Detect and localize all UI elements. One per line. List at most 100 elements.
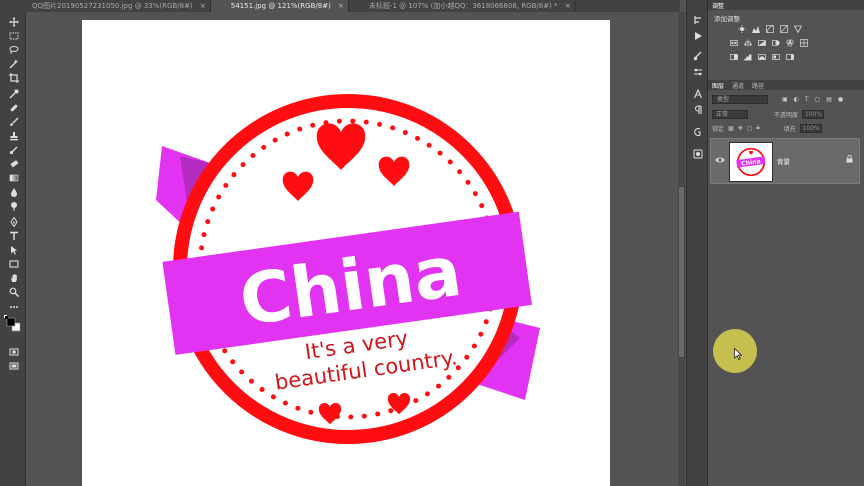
- screen-mode-icon[interactable]: [7, 360, 20, 371]
- close-icon[interactable]: ×: [200, 2, 206, 10]
- filter-icons: ▣ ◐ T ▢ ▤ ●: [782, 96, 843, 103]
- gradient-map-icon[interactable]: [772, 53, 780, 61]
- layer-thumbnail: China: [729, 142, 773, 182]
- photo-filter-icon[interactable]: [772, 39, 780, 47]
- adjustments-row-1: [708, 22, 864, 36]
- color-swatches-icon[interactable]: [3, 315, 23, 333]
- levels-icon[interactable]: [752, 25, 760, 33]
- lock-all-icon[interactable]: 🔒︎: [756, 124, 759, 132]
- close-icon[interactable]: ×: [338, 2, 344, 10]
- mouse-cursor-icon: [734, 348, 742, 360]
- vibrance-icon[interactable]: [794, 25, 802, 33]
- tab-layers[interactable]: 图层: [712, 81, 724, 90]
- blend-row: 正常 不透明度 100%: [712, 109, 862, 119]
- hue-saturation-icon[interactable]: [730, 39, 738, 47]
- document-canvas[interactable]: China It's a very beautiful country.: [82, 20, 610, 486]
- lock-row: 锁定 ▦ ✥ ▢ 🔒︎ 填充 100%: [712, 123, 862, 133]
- actions-play-icon[interactable]: [692, 30, 704, 42]
- crop-tool-icon[interactable]: [7, 72, 20, 83]
- smart-object-filter-icon[interactable]: ▤: [826, 96, 832, 103]
- panel-icon-strip: [686, 0, 708, 486]
- black-white-icon[interactable]: [758, 39, 766, 47]
- history-icon[interactable]: [692, 14, 704, 26]
- lock-pixels-icon[interactable]: ▦: [728, 125, 734, 132]
- posterize-icon[interactable]: [744, 53, 752, 61]
- magic-wand-icon[interactable]: [7, 58, 20, 69]
- pixel-filter-icon[interactable]: ▣: [782, 96, 788, 103]
- tab-untitled-1[interactable]: 未标题-1 @ 107% (加小越QQ：3618066808, RGB/8#) …: [349, 0, 576, 12]
- rectangle-tool-icon[interactable]: [7, 258, 20, 269]
- tab-adjustments[interactable]: 调整: [712, 1, 724, 10]
- filter-toggle-icon[interactable]: ●: [838, 96, 843, 103]
- layers-panel-header: 图层 通道 路径: [708, 80, 864, 90]
- edit-toolbar-icon[interactable]: [7, 301, 20, 312]
- layer-lock-icon: [846, 155, 853, 163]
- tab-qq-image[interactable]: QQ图片20190527231050.jpg @ 33%(RGB/8#) ×: [0, 0, 211, 12]
- shape-filter-icon[interactable]: ▢: [815, 96, 821, 103]
- tab-54151[interactable]: 54151.jpg @ 121%(RGB/8#) ×: [210, 0, 349, 12]
- fill-input[interactable]: 100%: [799, 123, 822, 133]
- history-brush-icon[interactable]: [7, 144, 20, 155]
- tools-panel: [0, 12, 26, 486]
- type-filter-icon[interactable]: T: [805, 96, 809, 103]
- color-balance-icon[interactable]: [744, 39, 752, 47]
- threshold-icon[interactable]: [758, 53, 766, 61]
- tab-paths[interactable]: 路径: [752, 81, 764, 90]
- opacity-input[interactable]: 100%: [802, 109, 825, 119]
- lasso-tool-icon[interactable]: [7, 44, 20, 55]
- vertical-scrollbar[interactable]: [678, 12, 685, 486]
- path-selection-icon[interactable]: [7, 244, 20, 255]
- clone-stamp-icon[interactable]: [7, 130, 20, 141]
- blend-mode-select[interactable]: 正常: [712, 109, 748, 119]
- healing-brush-icon[interactable]: [7, 102, 20, 113]
- move-tool-icon[interactable]: [7, 16, 20, 27]
- add-adjustment-title: 添加调整: [714, 15, 740, 23]
- layer-filter-row: 类型 ▣ ◐ T ▢ ▤ ●: [712, 94, 862, 104]
- channel-mixer-icon[interactable]: [786, 39, 794, 47]
- selective-color-icon[interactable]: [786, 53, 794, 61]
- lock-position-icon[interactable]: ✥: [738, 125, 743, 132]
- invert-icon[interactable]: [730, 53, 738, 61]
- dodge-tool-icon[interactable]: [7, 200, 20, 211]
- quick-mask-icon[interactable]: [7, 346, 20, 357]
- layer-name: 背景: [777, 158, 790, 166]
- layer-kind-filter[interactable]: 类型: [712, 94, 768, 104]
- pen-tool-icon[interactable]: [7, 216, 20, 227]
- glyphs-icon[interactable]: [692, 126, 704, 138]
- fill-label: 填充: [783, 125, 796, 133]
- exposure-icon[interactable]: [780, 25, 788, 33]
- layer-row-background[interactable]: China 背景: [710, 138, 860, 184]
- blur-tool-icon[interactable]: [7, 186, 20, 197]
- scrollbar-thumb[interactable]: [679, 187, 684, 357]
- curves-icon[interactable]: [766, 25, 774, 33]
- lock-label: 锁定: [712, 125, 725, 133]
- tool-presets-icon[interactable]: [692, 66, 704, 78]
- layers-panel: 图层 通道 路径 类型 ▣ ◐ T ▢ ▤ ● 正常 不透明度 100% 锁定 …: [708, 80, 864, 486]
- adjustment-filter-icon[interactable]: ◐: [794, 96, 799, 103]
- lock-artboard-icon[interactable]: ▢: [747, 125, 753, 132]
- canvas-area[interactable]: China It's a very beautiful country.: [26, 12, 678, 486]
- adjustments-row-2: [708, 36, 864, 50]
- marquee-tool-icon[interactable]: [7, 30, 20, 41]
- brush-tool-icon[interactable]: [7, 116, 20, 127]
- document-tab-bar: QQ图片20190527231050.jpg @ 33%(RGB/8#) × 5…: [0, 0, 680, 12]
- eraser-tool-icon[interactable]: [7, 158, 20, 169]
- eyedropper-icon[interactable]: [7, 88, 20, 99]
- hand-tool-icon[interactable]: [7, 272, 20, 283]
- close-icon[interactable]: ×: [565, 2, 571, 10]
- tab-label: 54151.jpg @ 121%(RGB/8#): [230, 2, 331, 10]
- color-lookup-icon[interactable]: [800, 39, 808, 47]
- tab-channels[interactable]: 通道: [732, 81, 744, 90]
- zoom-tool-icon[interactable]: [7, 286, 20, 297]
- character-icon[interactable]: [692, 88, 704, 100]
- photoshop-window: QQ图片20190527231050.jpg @ 33%(RGB/8#) × 5…: [0, 0, 864, 486]
- gradient-tool-icon[interactable]: [7, 172, 20, 183]
- visibility-eye-icon[interactable]: [715, 156, 725, 164]
- opacity-label: 不透明度: [774, 111, 799, 119]
- brush-settings-icon[interactable]: [692, 50, 704, 62]
- brightness-icon[interactable]: [738, 25, 746, 33]
- china-badge-artwork: China It's a very beautiful country.: [156, 94, 540, 444]
- libraries-icon[interactable]: [692, 148, 704, 160]
- paragraph-icon[interactable]: [692, 104, 704, 116]
- type-tool-icon[interactable]: [7, 230, 20, 241]
